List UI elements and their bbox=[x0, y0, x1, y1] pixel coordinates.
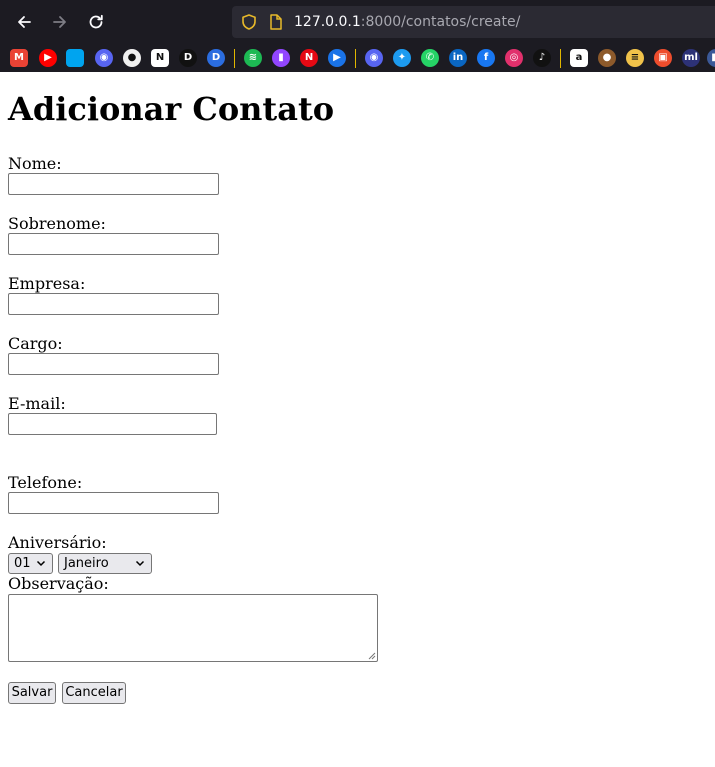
birthday-day-value: 01 bbox=[14, 556, 31, 571]
email-label: E-mail: bbox=[8, 394, 66, 413]
netflix-icon[interactable]: N bbox=[300, 49, 318, 67]
amazon-icon[interactable]: a bbox=[570, 49, 588, 67]
whatsapp-icon[interactable]: ✆ bbox=[421, 49, 439, 67]
play-icon[interactable]: ▶ bbox=[328, 49, 346, 67]
sobrenome-label: Sobrenome: bbox=[8, 214, 106, 233]
address-bar[interactable]: 127.0.0.1:8000/contatos/create/ bbox=[232, 6, 715, 38]
twitter-icon[interactable]: ✦ bbox=[393, 49, 411, 67]
observacao-textarea[interactable] bbox=[8, 594, 378, 662]
extra-icon[interactable]: ■ bbox=[707, 49, 715, 67]
gmail-icon[interactable]: M bbox=[10, 49, 28, 67]
discord-alt-icon[interactable]: ◉ bbox=[95, 49, 113, 67]
resize-grip-icon[interactable] bbox=[366, 650, 376, 660]
empresa-label: Empresa: bbox=[8, 274, 86, 293]
empresa-input[interactable] bbox=[8, 293, 219, 315]
instagram-icon[interactable]: ◎ bbox=[505, 49, 523, 67]
forward-button[interactable] bbox=[48, 10, 72, 34]
nome-label: Nome: bbox=[8, 154, 62, 173]
navigation-toolbar: 127.0.0.1:8000/contatos/create/ bbox=[0, 0, 715, 44]
shield-icon[interactable] bbox=[240, 13, 258, 31]
shop-icon[interactable]: ▣ bbox=[654, 49, 672, 67]
bookmarks-toolbar: M▶◉●NDD≋▮N▶◉✦✆inf◎♪a●≡▣ml■ bbox=[0, 44, 715, 72]
github-icon[interactable]: ● bbox=[123, 49, 141, 67]
spotify-icon[interactable]: ≋ bbox=[244, 49, 262, 67]
back-arrow-icon bbox=[18, 16, 31, 28]
chevron-down-icon bbox=[135, 560, 145, 567]
twitch-icon[interactable]: ▮ bbox=[272, 49, 290, 67]
dev-d-icon[interactable]: D bbox=[179, 49, 197, 67]
birthday-month-select[interactable]: Janeiro bbox=[58, 553, 152, 574]
telefone-label: Telefone: bbox=[8, 473, 83, 492]
email-input[interactable] bbox=[8, 413, 217, 435]
youtube-icon[interactable]: ▶ bbox=[39, 49, 57, 67]
forward-arrow-icon bbox=[53, 16, 66, 28]
cargo-input[interactable] bbox=[8, 353, 219, 375]
reload-icon bbox=[89, 14, 103, 29]
page-content: Adicionar Contato Nome: Sobrenome: Empre… bbox=[0, 72, 715, 767]
bookmark-separator bbox=[234, 49, 235, 68]
monkey-icon[interactable]: ● bbox=[598, 49, 616, 67]
telefone-input[interactable] bbox=[8, 492, 219, 514]
chevron-down-icon bbox=[36, 560, 46, 567]
reload-button[interactable] bbox=[84, 10, 108, 34]
aniversario-label: Aniversário: bbox=[8, 533, 107, 552]
sandwich-icon[interactable]: ≡ bbox=[626, 49, 644, 67]
birthday-day-select[interactable]: 01 bbox=[8, 553, 53, 574]
tiktok-icon[interactable]: ♪ bbox=[533, 49, 551, 67]
observacao-label: Observação: bbox=[8, 574, 109, 593]
mercadolivre-icon[interactable]: ml bbox=[682, 49, 700, 67]
birthday-month-value: Janeiro bbox=[64, 556, 109, 571]
microsoft-icon[interactable] bbox=[66, 49, 84, 67]
page-title: Adicionar Contato bbox=[8, 90, 335, 128]
url-path: :8000/contatos/create/ bbox=[360, 14, 521, 30]
linkedin-icon[interactable]: in bbox=[449, 49, 467, 67]
page-icon bbox=[270, 14, 282, 30]
dev-d-blue-icon[interactable]: D bbox=[207, 49, 225, 67]
url-text[interactable]: 127.0.0.1:8000/contatos/create/ bbox=[294, 6, 520, 38]
bookmark-separator bbox=[560, 49, 561, 68]
browser-chrome: 127.0.0.1:8000/contatos/create/ M ▶ ◉ ● N D D ≋… bbox=[0, 0, 715, 72]
cancel-button[interactable]: Cancelar bbox=[62, 682, 126, 704]
save-button[interactable]: Salvar bbox=[8, 682, 56, 704]
sobrenome-input[interactable] bbox=[8, 233, 219, 255]
facebook-icon[interactable]: f bbox=[477, 49, 495, 67]
back-button[interactable] bbox=[12, 10, 36, 34]
notion-icon[interactable]: N bbox=[151, 49, 169, 67]
discord-icon[interactable]: ◉ bbox=[365, 49, 383, 67]
nome-input[interactable] bbox=[8, 173, 219, 195]
bookmark-separator bbox=[355, 49, 356, 68]
cargo-label: Cargo: bbox=[8, 334, 63, 353]
url-host: 127.0.0.1 bbox=[294, 14, 361, 30]
